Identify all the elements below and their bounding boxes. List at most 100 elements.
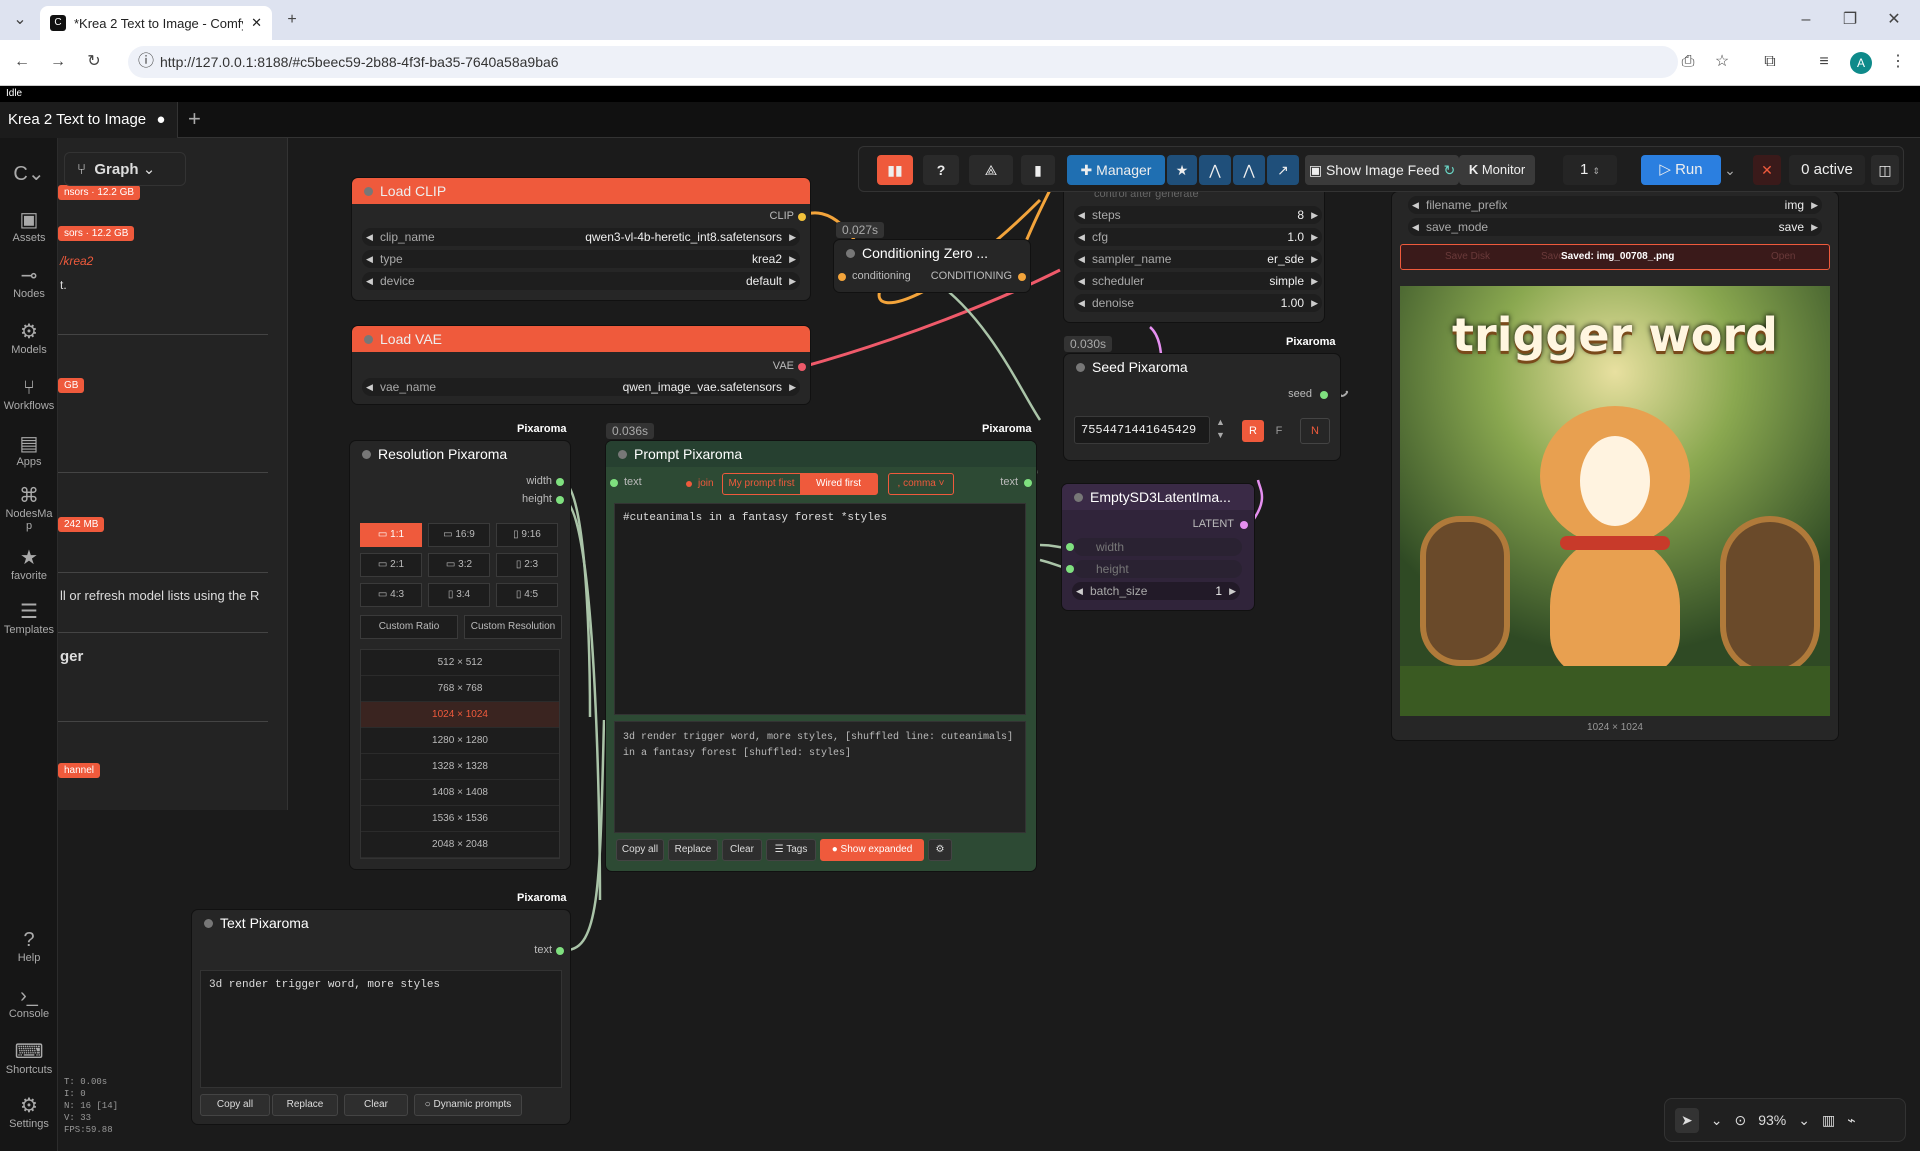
random-seed-button[interactable]: R [1242, 420, 1264, 442]
share-icon[interactable]: ↗ [1267, 155, 1299, 185]
clear-button[interactable]: Clear [722, 839, 762, 861]
filename-prefix-widget[interactable]: filename_prefiximg [1408, 196, 1822, 214]
run-options-chevron-icon[interactable]: ⌄ [1721, 155, 1739, 185]
zoom-level[interactable]: 93% [1758, 1112, 1786, 1128]
denoise-widget[interactable]: denoise1.00 [1074, 294, 1322, 312]
sidebar-nodesmap[interactable]: ⌘ NodesMap [0, 484, 58, 532]
monitor-button[interactable]: K Monitor [1459, 155, 1535, 185]
show-expanded-button[interactable]: ● Show expanded [820, 839, 924, 861]
cfg-widget[interactable]: cfg1.0 [1074, 228, 1322, 246]
type-widget[interactable]: typekrea2 [362, 250, 800, 268]
clip-output-dot[interactable] [798, 213, 806, 221]
nodes-icon[interactable]: ⋀ [1199, 155, 1231, 185]
sidebar-help[interactable]: ? Help [0, 928, 58, 964]
steps-widget[interactable]: steps8 [1074, 206, 1322, 224]
run-button[interactable]: ▷ Run [1641, 155, 1721, 185]
ratio-button[interactable]: ▭ 16:9 [428, 523, 490, 547]
save-mode-widget[interactable]: save_modesave [1408, 218, 1822, 236]
wired-first-button[interactable]: Wired first [800, 474, 877, 494]
graph-dropdown[interactable]: ⑂ Graph ⌄ [64, 152, 186, 186]
text-output-dot[interactable] [1024, 479, 1032, 487]
seed-stepper[interactable]: ▲ ▼ [1216, 416, 1225, 442]
queue-count-input[interactable]: 1 ⇕ [1563, 155, 1617, 185]
replace-button[interactable]: Replace [668, 839, 718, 861]
seed-input[interactable]: 755447144164542​9 [1074, 416, 1210, 444]
fixed-seed-button[interactable]: F [1268, 420, 1290, 442]
text-input-dot[interactable] [610, 479, 618, 487]
height-input-dot[interactable] [1066, 565, 1074, 573]
sidebar-nodes[interactable]: ⊸ Nodes [0, 264, 58, 300]
conditioning-output-dot[interactable] [1018, 273, 1026, 281]
hide-links-icon[interactable]: ⌁ [1847, 1112, 1855, 1129]
resolution-option-selected[interactable]: 1024 × 1024 [361, 702, 559, 728]
conditioning-zero-node[interactable]: Conditioning Zero ... conditioning CONDI… [834, 240, 1030, 292]
sidebar-assets[interactable]: ▣ Assets [0, 208, 58, 244]
my-prompt-first-button[interactable]: My prompt first [723, 474, 800, 494]
new-seed-button[interactable]: N [1300, 418, 1330, 444]
sampler-widget[interactable]: sampler_nameer_sde [1074, 250, 1322, 268]
latent-output-dot[interactable] [1240, 521, 1248, 529]
open-button[interactable]: Open [1771, 251, 1795, 262]
sidebar-favorite[interactable]: ★ favorite [0, 546, 58, 582]
triangle-icon[interactable]: ⟁ [969, 155, 1013, 185]
ksampler-node[interactable]: control after generate steps8 cfg1.0 sam… [1064, 186, 1324, 322]
height-output-dot[interactable] [556, 496, 564, 504]
resolution-pixaroma-node[interactable]: Resolution Pixaroma width height ▭ 1:1 ▭… [350, 441, 570, 869]
width-input[interactable]: width [1074, 538, 1242, 556]
sidebar-settings[interactable]: ⚙ Settings [0, 1094, 58, 1130]
copy-all-button[interactable]: Copy all [200, 1094, 270, 1116]
sidebar-models[interactable]: ⚙ Models [0, 320, 58, 356]
width-input-dot[interactable] [1066, 543, 1074, 551]
resolution-option[interactable]: 1408 × 1408 [361, 780, 559, 806]
load-clip-node[interactable]: Load CLIP CLIP clip_nameqwen3-vl-4b-here… [352, 178, 810, 300]
prompt-settings-icon[interactable]: ⚙ [928, 839, 952, 861]
save-image-node[interactable]: filename_prefiximg save_modesave Save Di… [1392, 192, 1838, 740]
text-textarea[interactable]: 3d render trigger word, more styles [200, 970, 562, 1088]
ratio-button[interactable]: ▭ 4:3 [360, 583, 422, 607]
batch-size-widget[interactable]: batch_size1 [1072, 582, 1240, 600]
resolution-option[interactable]: 2048 × 2048 [361, 832, 559, 858]
sidebar-console[interactable]: ›_ Console [0, 984, 58, 1020]
seed-output-dot[interactable] [1320, 391, 1328, 399]
ratio-button[interactable]: ▯ 9:16 [496, 523, 558, 547]
comfy-logo-icon[interactable]: C⌄ [0, 162, 58, 186]
ratio-button[interactable]: ▭ 3:2 [428, 553, 490, 577]
seed-pixaroma-node[interactable]: Seed Pixaroma seed 755447144164542​9 ▲ ▼ … [1064, 354, 1340, 460]
tags-button[interactable]: ☰ Tags [766, 839, 816, 861]
vae-output-dot[interactable] [798, 363, 806, 371]
help-icon[interactable]: ? [923, 155, 959, 185]
bookmark-icon[interactable]: ▮ [1021, 155, 1055, 185]
sidebar-templates[interactable]: ☰ Templates [0, 600, 58, 636]
ratio-button[interactable]: ▭ 2:1 [360, 553, 422, 577]
pixaroma-icon[interactable]: ▮▮ [877, 155, 913, 185]
ratio-button[interactable]: ▯ 4:5 [496, 583, 558, 607]
clip-name-widget[interactable]: clip_nameqwen3-vl-4b-heretic_int8.safete… [362, 228, 800, 246]
star-icon[interactable]: ★ [1167, 155, 1197, 185]
clear-button[interactable]: Clear [344, 1094, 408, 1116]
load-vae-node[interactable]: Load VAE VAE vae_nameqwen_image_vae.safe… [352, 326, 810, 404]
minimap-icon[interactable]: ▥ [1822, 1112, 1835, 1129]
height-input[interactable]: height [1074, 560, 1242, 578]
resolution-option[interactable]: 768 × 768 [361, 676, 559, 702]
resolution-option[interactable]: 1280 × 1280 [361, 728, 559, 754]
custom-ratio-button[interactable]: Custom Ratio [360, 615, 458, 639]
text-pixaroma-node[interactable]: Text Pixaroma text 3d render trigger wor… [192, 910, 570, 1124]
chevron-down-icon[interactable]: ⌄ [1798, 1112, 1810, 1129]
panel-toggle-icon[interactable]: ◫ [1871, 155, 1899, 185]
text-output-dot[interactable] [556, 947, 564, 955]
width-output-dot[interactable] [556, 478, 564, 486]
copy-all-button[interactable]: Copy all [616, 839, 664, 861]
cancel-icon[interactable]: ✕ [1753, 155, 1781, 185]
resolution-option[interactable]: 1328 × 1328 [361, 754, 559, 780]
replace-button[interactable]: Replace [272, 1094, 338, 1116]
sidebar-shortcuts[interactable]: ⌨ Shortcuts [0, 1040, 58, 1076]
vae-name-widget[interactable]: vae_nameqwen_image_vae.safetensors [362, 378, 800, 396]
resolution-option[interactable]: 1536 × 1536 [361, 806, 559, 832]
ratio-button-active[interactable]: ▭ 1:1 [360, 523, 422, 547]
device-widget[interactable]: devicedefault [362, 272, 800, 290]
empty-latent-node[interactable]: EmptySD3LatentIma... LATENT width height… [1062, 484, 1254, 610]
ratio-button[interactable]: ▯ 2:3 [496, 553, 558, 577]
manager-button[interactable]: ✚ Manager [1067, 155, 1165, 185]
nodes-alt-icon[interactable]: ⋀ [1233, 155, 1265, 185]
save-disk-button[interactable]: Save Disk [1445, 251, 1490, 262]
